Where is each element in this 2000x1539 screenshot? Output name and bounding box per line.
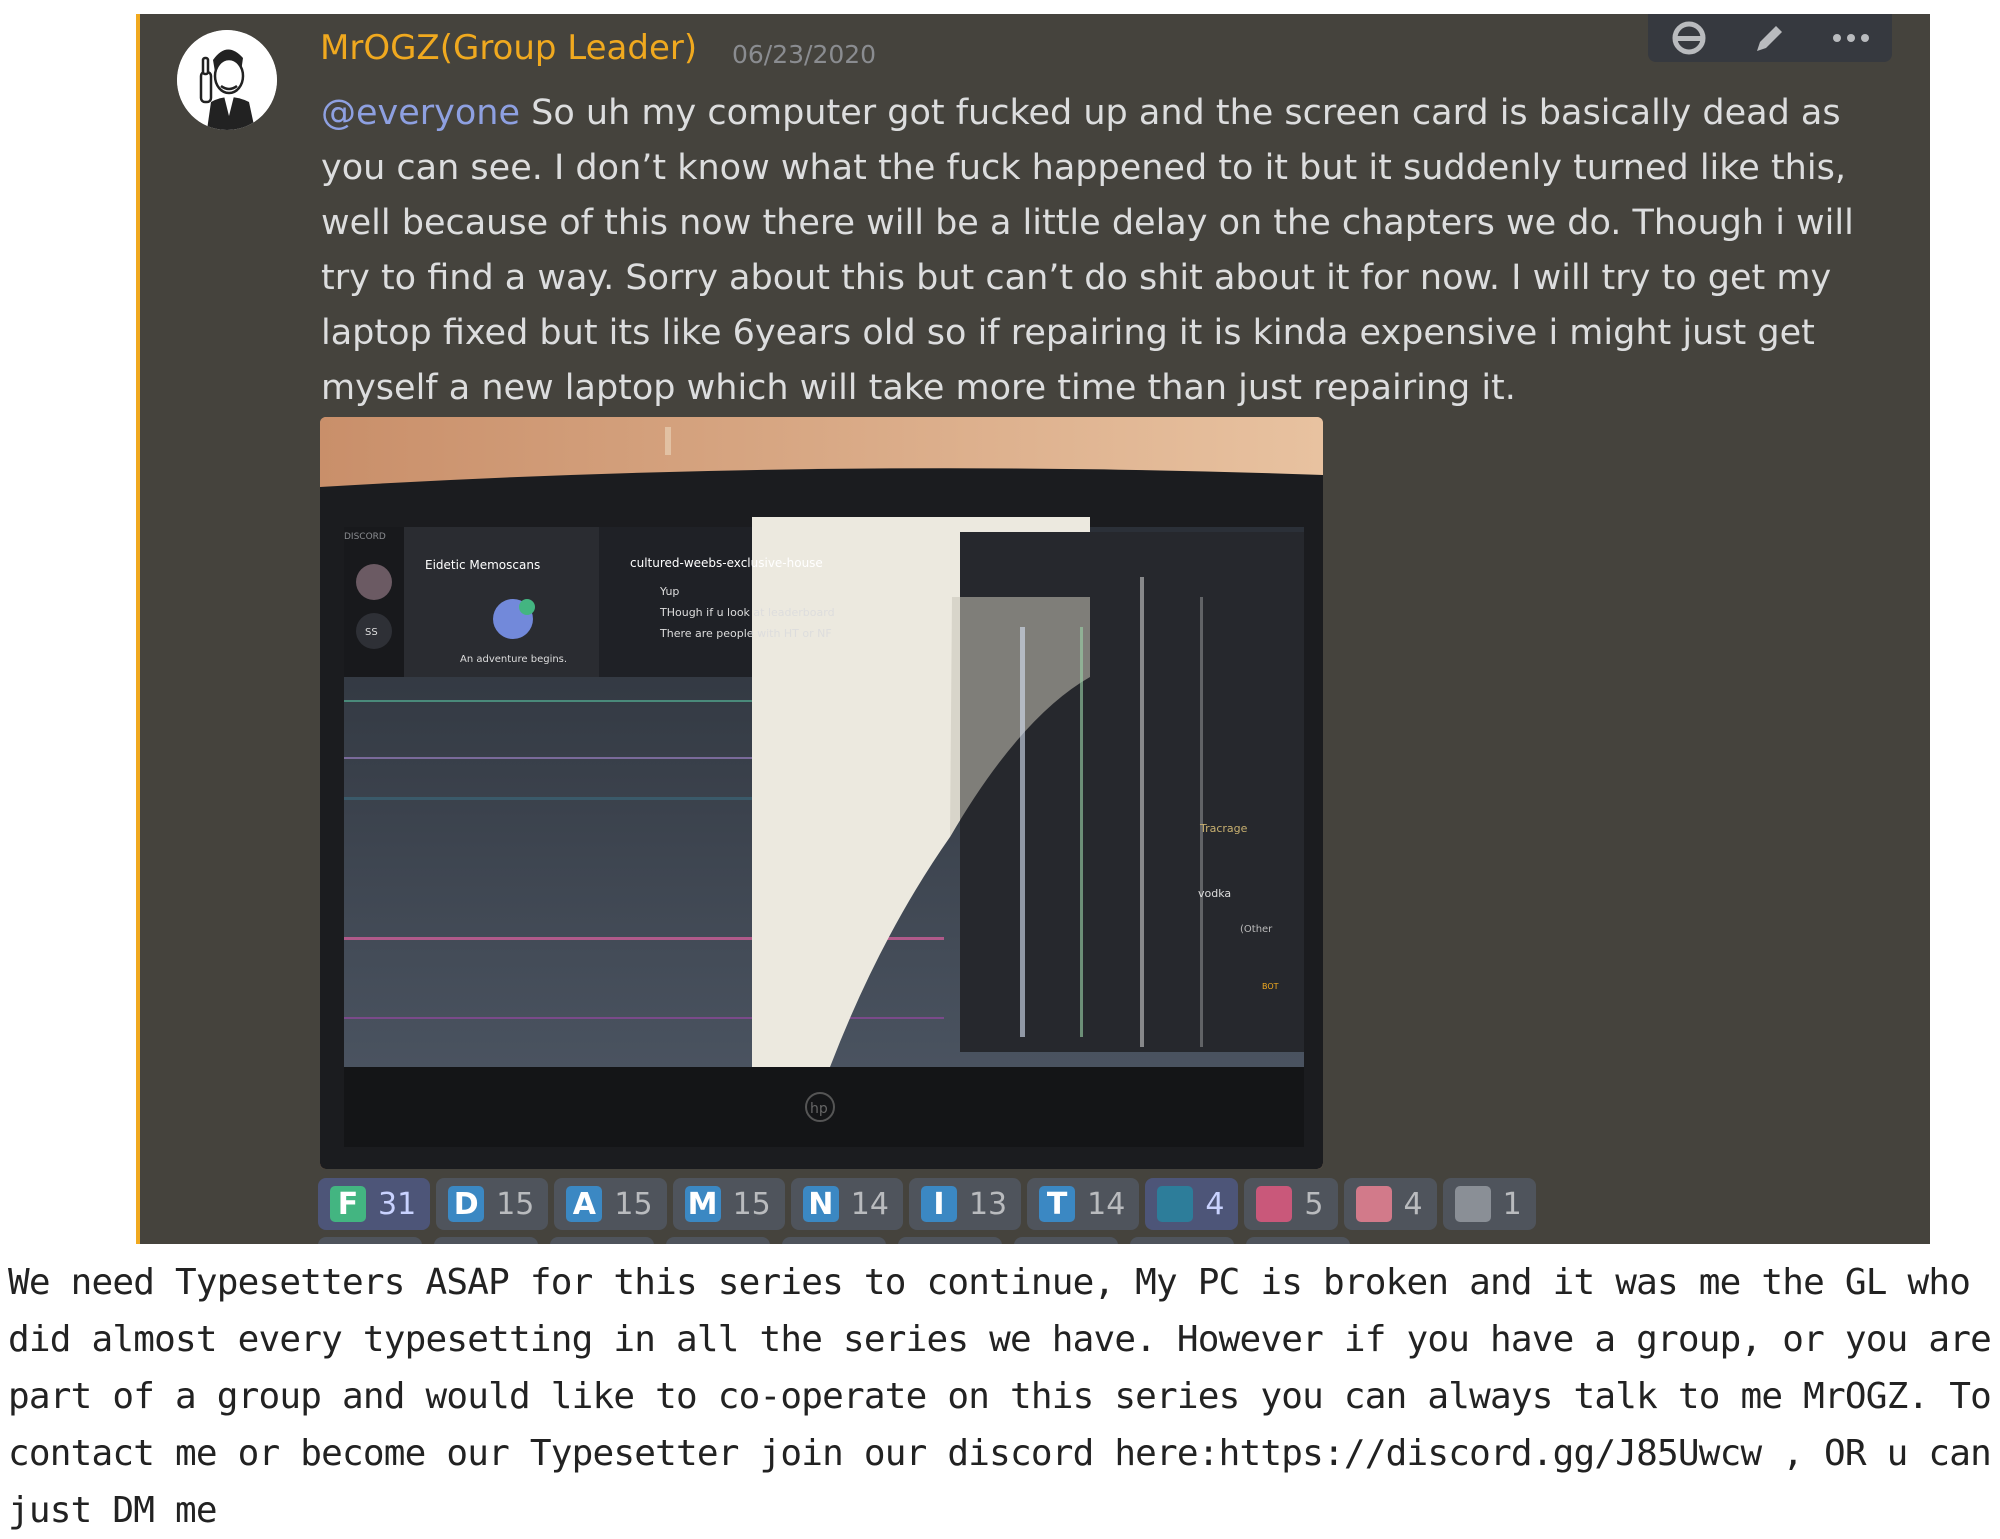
chat-line-1: Yup <box>659 585 679 598</box>
reaction-button[interactable]: F 31 <box>318 1178 431 1230</box>
letter-m-icon: M <box>684 1186 721 1222</box>
member-2: vodka <box>1198 887 1231 900</box>
reaction-count: 15 <box>614 1186 653 1222</box>
reaction-partial[interactable] <box>666 1237 770 1244</box>
reaction-count: 13 <box>968 1186 1008 1222</box>
reaction-count: 4 <box>1205 1186 1225 1222</box>
reaction-partial[interactable] <box>1014 1237 1118 1244</box>
reaction-button[interactable]: T 14 <box>1027 1178 1140 1230</box>
reaction-partial[interactable] <box>434 1237 538 1244</box>
reaction-partial[interactable] <box>782 1237 886 1244</box>
image-attachment[interactable]: DISCORD Eidetic Memoscans SS An adventur… <box>320 417 1323 1169</box>
server-caption: An adventure begins. <box>460 654 567 665</box>
letter-n-icon: N <box>802 1186 839 1222</box>
anime-face-icon <box>1355 1186 1392 1222</box>
emoji-icon <box>1672 21 1706 55</box>
reactions-bar: F 31 D 15 A 15 M 15 N 14 I 13 T 14 4 5 4 1 <box>318 1178 1536 1230</box>
reaction-button[interactable]: I 13 <box>908 1178 1022 1230</box>
reaction-partial[interactable] <box>318 1237 422 1244</box>
reaction-button[interactable]: 4 <box>1343 1178 1437 1230</box>
reaction-button[interactable]: 4 <box>1145 1178 1239 1230</box>
chat-line-3: There are people with HT or NF <box>659 627 832 640</box>
chat-line-2: THough if u look at leaderboard <box>659 606 835 619</box>
reaction-button[interactable]: A 15 <box>554 1178 667 1230</box>
message-content: @everyone So uh my computer got fucked u… <box>321 86 1891 416</box>
bot-tag: BOT <box>1262 982 1279 991</box>
username[interactable]: MrOGZ(Group Leader) <box>320 28 697 68</box>
member-1: Tracrage <box>1199 822 1248 835</box>
reaction-partial[interactable] <box>1130 1237 1234 1244</box>
reaction-count: 14 <box>850 1186 889 1222</box>
letter-i-icon: I <box>920 1186 957 1222</box>
retro-man-avatar-icon <box>177 30 277 130</box>
broken-laptop-photo: DISCORD Eidetic Memoscans SS An adventur… <box>320 417 1323 1169</box>
anime-girl-icon <box>1256 1186 1293 1222</box>
reactions-row-2 <box>318 1237 1350 1244</box>
reaction-count: 15 <box>732 1186 771 1222</box>
reaction-count: 14 <box>1087 1186 1126 1222</box>
letter-t-icon: T <box>1039 1186 1076 1222</box>
server-name: Eidetic Memoscans <box>425 558 540 572</box>
reaction-button[interactable]: D 15 <box>436 1178 549 1230</box>
add-reaction-button[interactable] <box>1669 18 1709 58</box>
ellipsis-icon <box>1833 34 1870 42</box>
reaction-count: 1 <box>1502 1186 1522 1222</box>
pencil-icon <box>1756 26 1782 51</box>
avatar[interactable] <box>177 30 277 130</box>
message-actions-toolbar <box>1648 14 1892 62</box>
everyone-mention[interactable]: @everyone <box>321 93 520 133</box>
reaction-button[interactable]: N 14 <box>790 1178 903 1230</box>
moai-icon <box>1454 1186 1491 1222</box>
hp-logo: hp <box>810 1101 828 1117</box>
reaction-partial[interactable] <box>898 1237 1002 1244</box>
letter-a-icon: A <box>566 1186 603 1222</box>
channel-name: cultured-weebs-exclusive-house <box>630 556 823 570</box>
reaction-count: 15 <box>496 1186 535 1222</box>
reaction-partial[interactable] <box>1246 1237 1350 1244</box>
reaction-button[interactable]: 1 <box>1442 1178 1536 1230</box>
island-icon <box>1157 1186 1194 1222</box>
reaction-button[interactable]: 5 <box>1244 1178 1338 1230</box>
edit-button[interactable] <box>1750 18 1790 58</box>
reaction-partial[interactable] <box>550 1237 654 1244</box>
timestamp: 06/23/2020 <box>732 40 877 69</box>
more-options-button[interactable] <box>1831 18 1871 58</box>
letter-d-icon: D <box>448 1186 485 1222</box>
reaction-count: 31 <box>378 1186 417 1222</box>
recruitment-notice: We need Typesetters ASAP for this series… <box>8 1262 1992 1531</box>
reaction-button[interactable]: M 15 <box>672 1178 785 1230</box>
member-3: (Other <box>1240 924 1273 935</box>
discord-label: DISCORD <box>344 532 386 542</box>
message-text: So uh my computer got fucked up and the … <box>321 93 1854 408</box>
server-initials: SS <box>365 627 378 638</box>
reaction-count: 4 <box>1403 1186 1423 1222</box>
reaction-count: 5 <box>1304 1186 1324 1222</box>
message-container: MrOGZ(Group Leader) 06/23/2020 @everyone… <box>136 14 1930 1244</box>
pepe-f-icon: F <box>330 1186 366 1222</box>
